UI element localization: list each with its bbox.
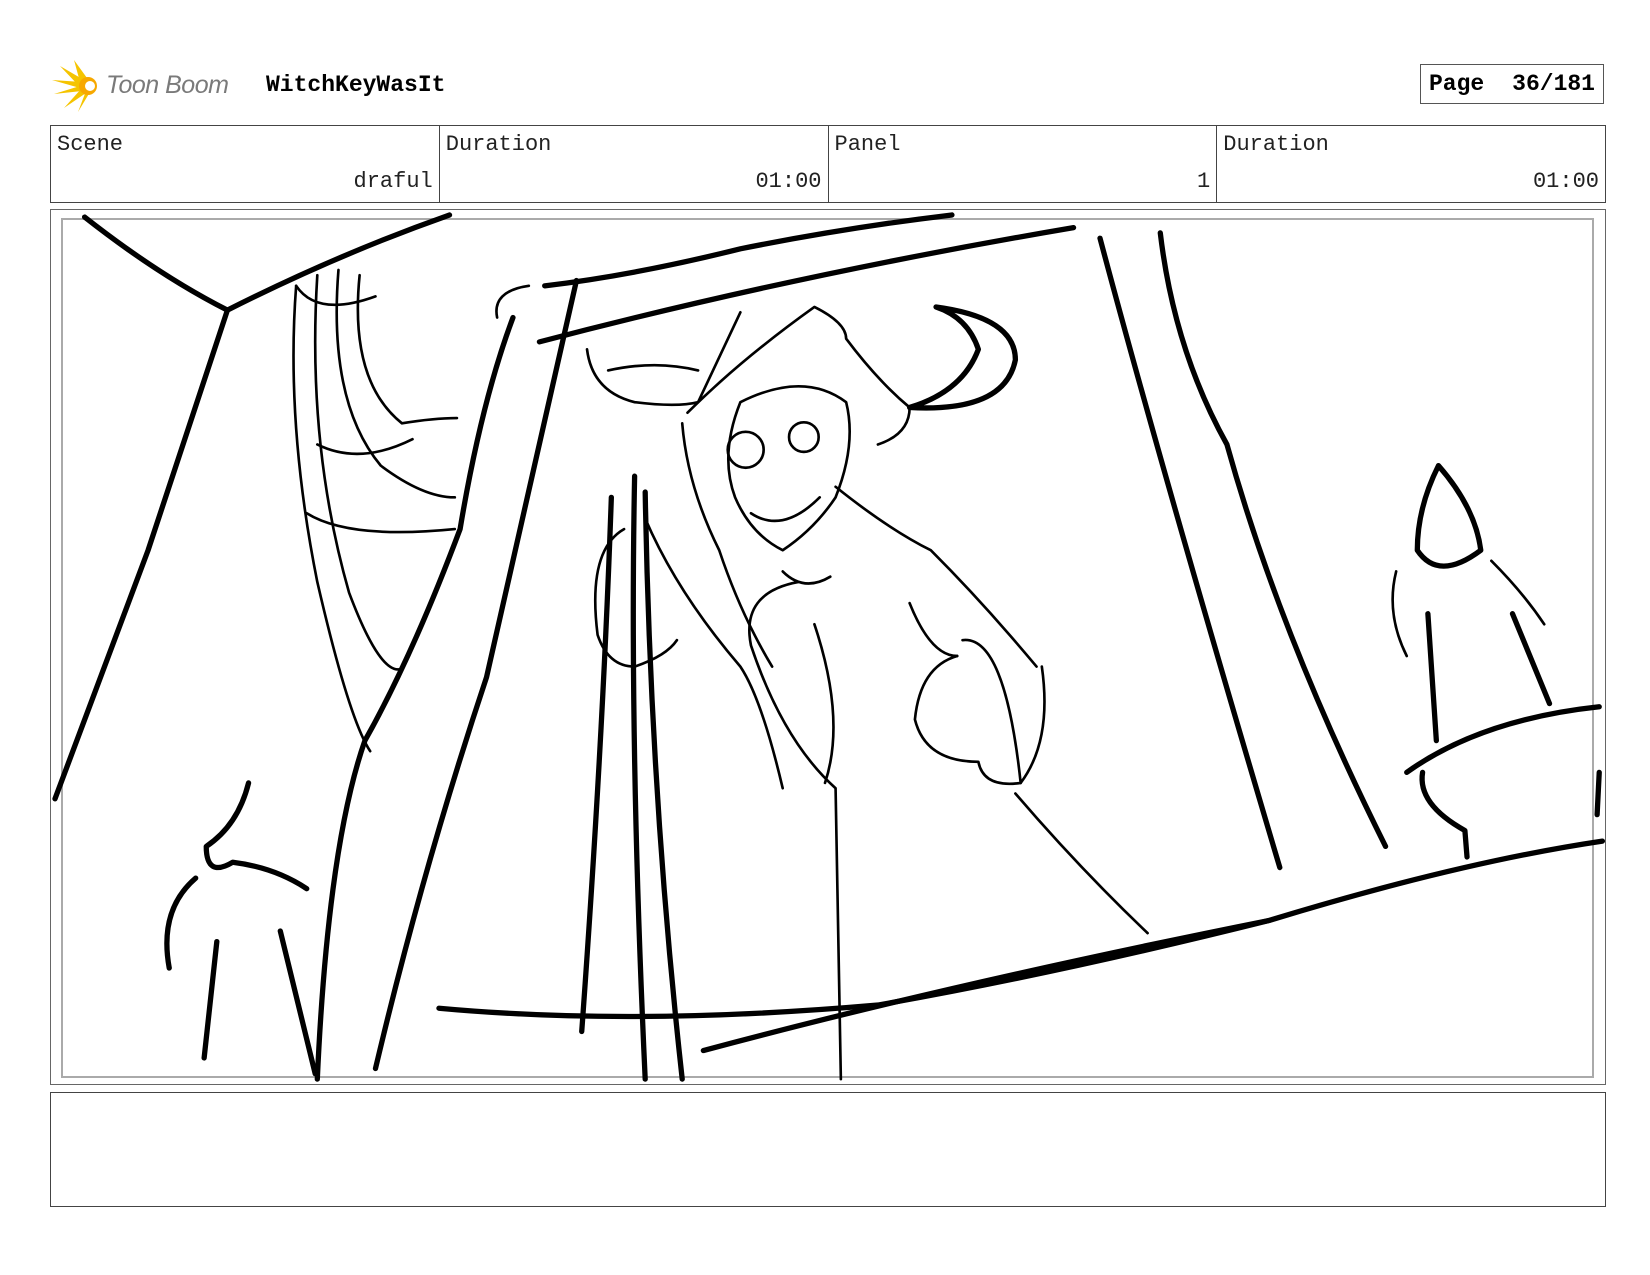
storyboard-page: Toon Boom WitchKeyWasIt Page 36/181 Scen… xyxy=(0,0,1650,1275)
panel-notes-box xyxy=(50,1092,1606,1207)
storyboard-sketch xyxy=(52,212,1606,1082)
